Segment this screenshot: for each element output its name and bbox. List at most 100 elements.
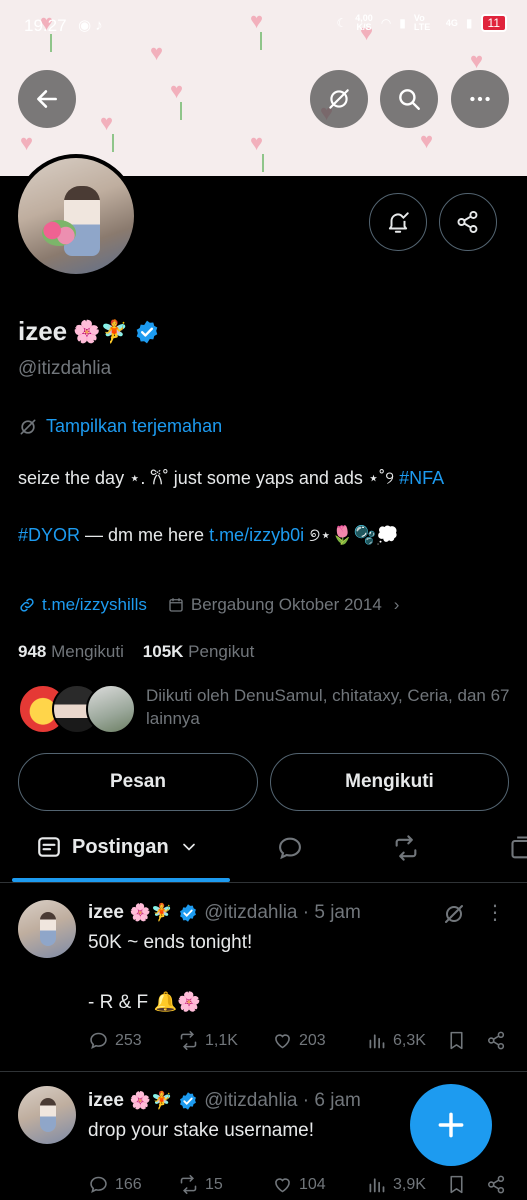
reply-button[interactable]: 253 [88,1030,142,1051]
post-author-avatar[interactable] [18,900,76,958]
signal-4g: 4G [445,18,458,28]
post-author-avatar[interactable] [18,1086,76,1144]
website-link[interactable]: t.me/izzyshills [42,595,147,615]
post-more-icon[interactable]: ⋮ [485,900,505,925]
profile-name: izee 🌸🧚 [18,316,160,347]
translate-bio-link[interactable]: Tampilkan terjemahan [18,416,222,437]
bio-telegram-link[interactable]: t.me/izzyb0i [209,525,304,545]
joined-date: Bergabung Oktober 2014 [190,595,382,614]
search-button[interactable] [380,70,438,128]
posts-icon [38,837,60,857]
stem-decoration [262,154,264,172]
post-header: izee 🌸🧚 @itizdahlia · 5 jam [88,902,361,924]
bookmark-icon[interactable] [446,1174,467,1195]
tab-posts-label: Postingan [72,835,169,858]
post-text: 50K ~ ends tonight! - R & F 🔔🌸 [88,932,253,1013]
profile-tabs: Postingan [0,820,527,882]
share-profile-button[interactable] [439,193,497,251]
follow-counts: 948 Mengikuti 105K Pengikut [18,642,254,662]
post-divider [0,1071,527,1072]
chevron-right-icon[interactable]: › [394,595,400,615]
grok-icon [329,89,349,109]
notification-icons: ◉ ♪ [78,17,103,34]
post-author-emoji: 🌸🧚 [129,903,173,922]
heart-decoration: ♥ [250,130,264,155]
post-item[interactable]: izee 🌸🧚 @itizdahlia · 5 jam ⋮ 50K ~ ends… [0,898,527,1068]
following-count-link[interactable]: 948 Mengikuti [18,642,124,661]
followers-count-link[interactable]: 105K Pengikut [143,642,255,661]
tabs-divider [0,882,527,883]
follower-avatar [86,684,136,734]
tab-replies[interactable] [276,834,304,862]
profile-handle: @itizdahlia [18,358,112,379]
bio-line-2: #DYOR — dm me here t.me/izzyb0i ୭⋆🌷🫧💭 [18,525,399,545]
tab-reposts[interactable] [392,834,420,862]
profile-meta: t.me/izzyshills Bergabung Oktober 2014 › [18,595,399,615]
calendar-icon [169,598,183,612]
share-icon [457,210,478,234]
back-button[interactable] [18,70,76,128]
views-button[interactable]: 6,3K [366,1030,426,1051]
repost-icon [180,1030,197,1051]
display-name: izee [18,316,68,346]
repost-button[interactable]: 1,1K [178,1030,238,1051]
signal-icon: ▮ [465,16,473,30]
stem-decoration [112,134,114,152]
profile-avatar[interactable] [14,154,138,278]
wifi-icon: ◠ [380,16,392,30]
name-emoji: 🌸🧚 [73,318,128,344]
heart-decoration: ♥ [100,110,114,135]
bio-line-1: seize the day ⋆. 𐙚˚ just some yaps and a… [18,468,445,488]
grok-translate-icon [20,419,36,434]
repost-button[interactable]: 15 [178,1174,223,1195]
repost-icon [180,1174,197,1195]
search-icon [399,89,420,110]
views-icon [369,1178,385,1193]
compose-post-button[interactable] [410,1084,492,1166]
signal-icon: ▮ [399,16,406,30]
moon-icon: ☾ [336,16,348,30]
like-button[interactable]: 203 [272,1030,326,1051]
following-button[interactable]: Mengikuti [270,753,509,811]
post-text: drop your stake username! [88,1120,315,1141]
post-header: izee 🌸🧚 @itizdahlia · 6 jam [88,1090,361,1112]
hashtag-nfa[interactable]: #NFA [399,468,444,488]
notification-bell-button[interactable] [369,193,427,251]
tab-posts[interactable]: Postingan [36,834,199,860]
status-right-icons: ☾ 4,00 K/S ◠ ▮ Vo LTE 4G ▮ 11 [337,14,507,32]
tab-media[interactable] [509,834,527,862]
views-button[interactable]: 3,9K [366,1174,426,1195]
post-author-name[interactable]: izee [88,1090,124,1112]
avatar-flowers [42,220,76,246]
like-button[interactable]: 104 [272,1174,326,1195]
plus-icon [438,1112,464,1138]
grok-button[interactable] [310,70,368,128]
views-icon [369,1034,385,1049]
network-type: Vo LTE [413,13,431,32]
message-button[interactable]: Pesan [18,753,258,811]
heart-decoration: ♥ [420,128,434,153]
grok-icon[interactable] [442,902,466,926]
followed-by-text: Diikuti oleh DenuSamul, chitataxy, Ceria… [146,686,510,728]
heart-decoration: ♥ [20,130,34,155]
bell-check-icon [388,212,409,233]
share-icon[interactable] [486,1174,507,1195]
heart-icon [275,1034,290,1049]
reply-icon [90,1176,107,1193]
bookmark-icon[interactable] [446,1030,467,1051]
reply-button[interactable]: 166 [88,1174,142,1195]
status-bar: 19.27 ◉ ♪ ☾ 4,00 K/S ◠ ▮ Vo LTE 4G ▮ 11 [0,0,527,52]
link-icon [20,598,34,612]
reply-icon [90,1032,107,1049]
battery-indicator: 11 [480,14,507,32]
net-speed: 4,00 K/S [355,13,373,32]
share-icon[interactable] [486,1030,507,1051]
verified-badge-icon [180,1092,197,1110]
status-time: 19.27 [24,16,67,35]
more-options-button[interactable] [451,70,509,128]
followed-by-row[interactable]: Diikuti oleh DenuSamul, chitataxy, Ceria… [18,684,513,738]
post-author-name[interactable]: izee [88,902,124,924]
verified-badge-icon [136,320,158,343]
post-meta: @itizdahlia · 6 jam [204,1090,361,1111]
hashtag-dyor[interactable]: #DYOR [18,525,80,545]
